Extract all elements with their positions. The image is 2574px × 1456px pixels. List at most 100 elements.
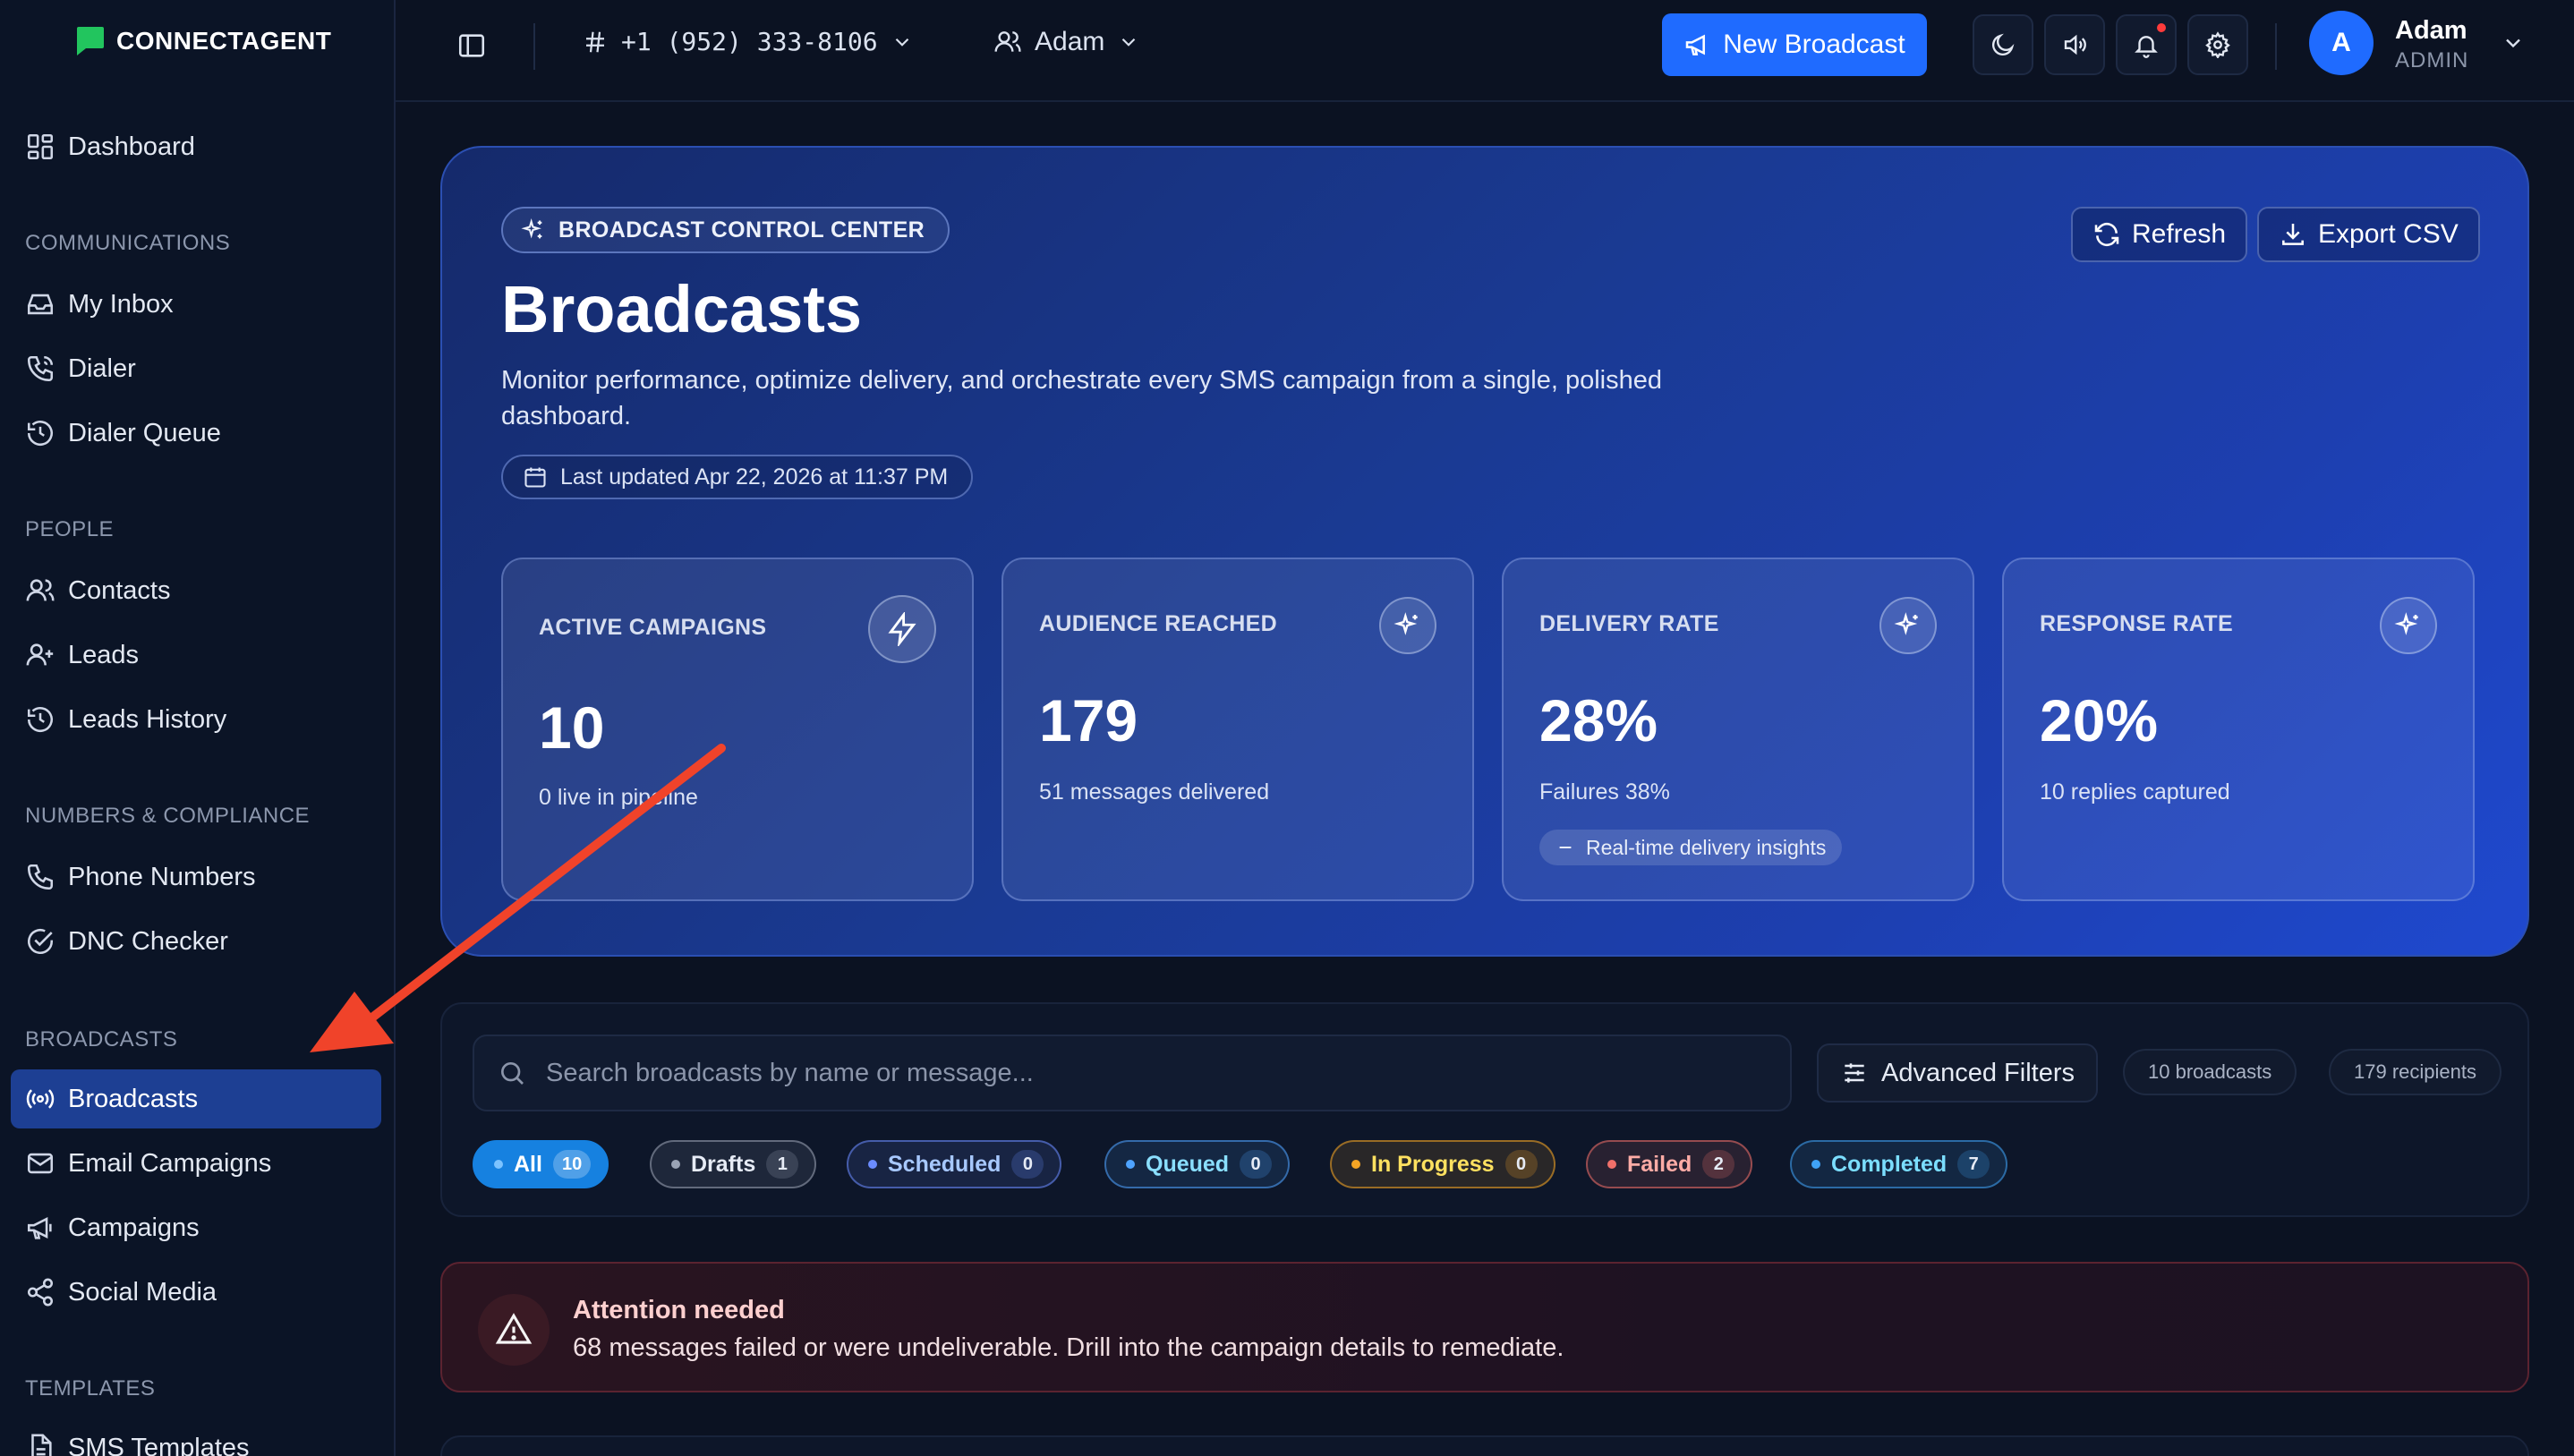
phone-number-label: +1 (952) 333-8106 — [621, 27, 878, 56]
notification-dot — [2157, 23, 2166, 32]
stat-card-response-rate: RESPONSE RATE 20% 10 replies captured — [2002, 558, 2475, 901]
last-updated-text: Last updated Apr 22, 2026 at 11:37 PM — [560, 464, 949, 490]
last-updated-badge: Last updated Apr 22, 2026 at 11:37 PM — [501, 455, 974, 499]
filter-chip-completed[interactable]: Completed 7 — [1790, 1140, 2008, 1188]
chevron-down-icon[interactable] — [2501, 30, 2526, 55]
alert-title: Attention needed — [573, 1296, 785, 1324]
sidebar-item-label: Phone Numbers — [68, 862, 256, 891]
filter-chip-failed[interactable]: Failed 2 — [1586, 1140, 1753, 1188]
filter-chip-label: All — [514, 1151, 542, 1177]
section-people: PEOPLE — [25, 517, 115, 541]
sidebar-item-dnc-checker[interactable]: DNC Checker — [11, 912, 381, 971]
filter-chip-label: Failed — [1627, 1151, 1692, 1177]
sound-button[interactable] — [2044, 14, 2105, 75]
stat-subtext: 51 messages delivered — [1039, 779, 1270, 805]
user-plus-icon — [26, 643, 54, 666]
status-dot — [1126, 1160, 1135, 1169]
refresh-button[interactable]: Refresh — [2071, 207, 2248, 262]
advanced-filters-button[interactable]: Advanced Filters — [1817, 1043, 2098, 1103]
filter-chip-queued[interactable]: Queued 0 — [1104, 1140, 1291, 1188]
section-broadcasts: BROADCASTS — [25, 1027, 178, 1052]
sidebar-item-social-media[interactable]: Social Media — [11, 1263, 381, 1322]
attention-alert: Attention needed 68 messages failed or w… — [440, 1262, 2529, 1392]
brand[interactable]: CONNECTAGENT — [72, 23, 331, 59]
filter-chip-scheduled[interactable]: Scheduled 0 — [847, 1140, 1062, 1188]
sidebar-item-phone-numbers[interactable]: Phone Numbers — [11, 847, 381, 907]
filter-chip-all[interactable]: All 10 — [473, 1140, 609, 1188]
section-numbers-compliance: NUMBERS & COMPLIANCE — [25, 804, 311, 828]
search-icon — [501, 1062, 524, 1085]
sparkles-icon — [2380, 597, 2437, 654]
user-role: ADMIN — [2395, 48, 2469, 72]
sidebar-item-label: Broadcasts — [68, 1084, 199, 1113]
check-circle-icon — [27, 928, 54, 955]
sidebar-item-label: SMS Templates — [68, 1433, 250, 1456]
gear-icon — [2205, 31, 2230, 58]
moon-icon — [1991, 33, 2015, 56]
filter-chip-label: Queued — [1146, 1151, 1230, 1177]
filter-chip-count: 0 — [1240, 1150, 1273, 1179]
sidebar: CONNECTAGENT Dashboard COMMUNICATIONS My… — [0, 0, 396, 1456]
stat-value: 28% — [1539, 687, 1658, 754]
filter-chip-drafts[interactable]: Drafts 1 — [650, 1140, 817, 1188]
filter-chip-in-progress[interactable]: In Progress 0 — [1330, 1140, 1555, 1188]
sidebar-toggle-button[interactable] — [456, 30, 487, 61]
sidebar-toggle-icon — [458, 34, 485, 57]
sidebar-item-campaigns[interactable]: Campaigns — [11, 1198, 381, 1257]
sidebar-item-dashboard[interactable]: Dashboard — [11, 117, 381, 176]
megaphone-icon — [1686, 34, 1706, 55]
settings-button[interactable] — [2187, 14, 2248, 75]
theme-toggle-button[interactable] — [1973, 14, 2033, 75]
stat-card-audience-reached: AUDIENCE REACHED 179 51 messages deliver… — [1001, 558, 1474, 901]
agent-selector[interactable]: Adam — [993, 27, 1140, 57]
sidebar-item-email-campaigns[interactable]: Email Campaigns — [11, 1134, 381, 1193]
sidebar-item-leads[interactable]: Leads — [11, 626, 381, 685]
sidebar-item-dialer-queue[interactable]: Dialer Queue — [11, 404, 381, 463]
sidebar-item-label: Campaigns — [68, 1213, 200, 1242]
sidebar-item-label: Dashboard — [68, 132, 195, 161]
filter-panel: Advanced Filters 10 broadcasts 179 recip… — [440, 1002, 2529, 1217]
filter-chip-count: 0 — [1504, 1150, 1538, 1179]
phone-number-selector[interactable]: +1 (952) 333-8106 — [582, 27, 914, 56]
sidebar-item-my-inbox[interactable]: My Inbox — [11, 275, 381, 334]
filter-chip-label: Completed — [1831, 1151, 1948, 1177]
divider — [2275, 23, 2277, 70]
sidebar-item-label: My Inbox — [68, 289, 174, 319]
broadcast-list-card — [440, 1435, 2529, 1456]
agent-name: Adam — [1035, 27, 1105, 56]
search-box[interactable] — [473, 1035, 1792, 1111]
advanced-filters-label: Advanced Filters — [1881, 1058, 2075, 1087]
file-text-icon — [31, 1434, 52, 1456]
status-dot — [1607, 1160, 1616, 1169]
bell-icon — [2135, 36, 2158, 58]
user-name: Adam — [2395, 16, 2467, 45]
sidebar-item-sms-templates[interactable]: SMS Templates — [11, 1418, 381, 1456]
stat-label: ACTIVE CAMPAIGNS — [539, 615, 767, 640]
sidebar-item-label: Email Campaigns — [68, 1148, 272, 1178]
filter-chip-count: 0 — [1011, 1150, 1044, 1179]
avatar[interactable]: A — [2309, 11, 2374, 75]
notifications-button[interactable] — [2116, 14, 2177, 75]
megaphone-icon — [27, 1217, 52, 1239]
new-broadcast-button[interactable]: New Broadcast — [1662, 13, 1927, 76]
sidebar-item-contacts[interactable]: Contacts — [11, 561, 381, 620]
sidebar-item-dialer[interactable]: Dialer — [11, 339, 381, 398]
inbox-icon — [27, 294, 54, 315]
filter-chip-count: 7 — [1957, 1150, 1990, 1179]
sidebar-item-label: Contacts — [68, 575, 171, 605]
status-dot — [868, 1160, 877, 1169]
sidebar-item-broadcasts[interactable]: Broadcasts — [11, 1069, 381, 1128]
stat-card-active-campaigns: ACTIVE CAMPAIGNS 10 0 live in pipeline — [501, 558, 974, 901]
search-input[interactable] — [546, 1058, 1790, 1088]
sidebar-item-label: Leads — [68, 640, 140, 669]
export-csv-button[interactable]: Export CSV — [2257, 207, 2480, 262]
users-icon — [26, 579, 55, 601]
page-description: Monitor performance, optimize delivery, … — [501, 366, 1662, 430]
filter-chip-label: Drafts — [691, 1151, 756, 1177]
refresh-label: Refresh — [2132, 219, 2227, 249]
section-communications: COMMUNICATIONS — [25, 231, 231, 255]
phone-call-icon — [27, 355, 54, 382]
sidebar-item-leads-history[interactable]: Leads History — [11, 690, 381, 749]
export-csv-label: Export CSV — [2318, 219, 2459, 249]
stat-value: 20% — [2040, 687, 2159, 754]
